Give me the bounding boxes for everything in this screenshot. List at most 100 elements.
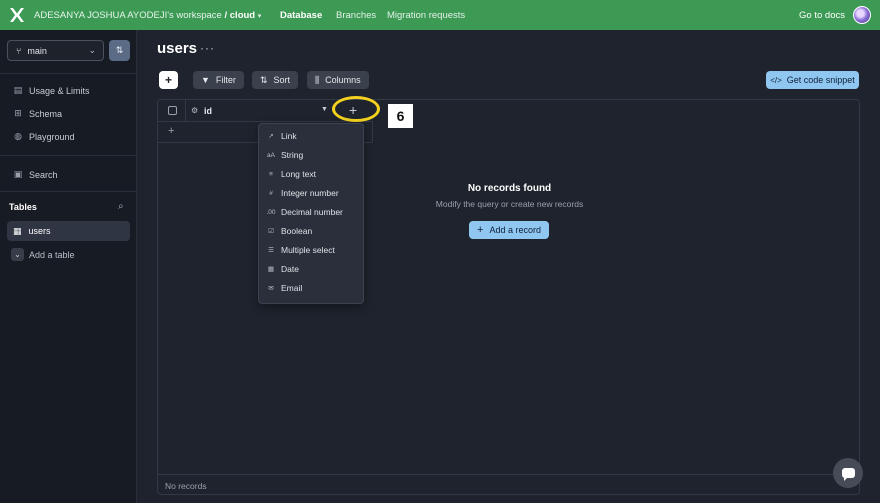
- menu-item-label: Email: [281, 283, 303, 293]
- nav-branches[interactable]: Branches: [336, 10, 376, 21]
- top-bar: ADESANYA JOSHUA AYODEJI's workspace / cl…: [0, 0, 880, 30]
- sidebar-item-label: Search: [29, 169, 58, 180]
- sidebar-divider: [0, 73, 137, 74]
- column-type-menu: ↗ Link aA String ≡ Long text # Integer n…: [258, 123, 364, 304]
- sidebar-item-label: Playground: [29, 131, 75, 142]
- menu-item-label: Link: [281, 131, 297, 141]
- menu-item-integer-number[interactable]: # Integer number: [259, 184, 363, 202]
- chevron-down-icon: ▾: [257, 13, 262, 20]
- sidebar-item-schema[interactable]: ⊞ Schema: [13, 108, 62, 119]
- database-name: cloud: [229, 10, 256, 21]
- nav-database[interactable]: Database: [280, 10, 322, 21]
- string-icon: aA: [267, 151, 275, 159]
- filter-icon: ▼: [201, 75, 210, 85]
- menu-item-label: Multiple select: [281, 245, 335, 255]
- tables-heading: Tables: [9, 202, 37, 212]
- long-text-icon: ≡: [269, 170, 273, 178]
- menu-item-email[interactable]: ✉ Email: [259, 279, 363, 297]
- filter-label: Filter: [215, 75, 236, 85]
- caret-down-icon[interactable]: ▼: [321, 106, 328, 113]
- sidebar-divider: [0, 155, 137, 156]
- branch-select[interactable]: ⑂ main ⌄: [7, 40, 104, 61]
- branch-compare-icon: ⇅: [115, 45, 124, 55]
- menu-item-long-text[interactable]: ≡ Long text: [259, 165, 363, 183]
- sidebar-table-users[interactable]: ▦ users: [7, 221, 130, 241]
- list-icon: ☰: [268, 247, 274, 254]
- table-label: users: [28, 226, 51, 236]
- menu-item-link[interactable]: ↗ Link: [259, 127, 363, 145]
- menu-item-decimal-number[interactable]: .00 Decimal number: [259, 203, 363, 221]
- docs-link[interactable]: Go to docs: [799, 10, 845, 21]
- menu-item-label: String: [281, 150, 304, 160]
- more-options-icon[interactable]: ···: [200, 41, 215, 55]
- table-grid-icon: ▦: [13, 225, 22, 236]
- menu-item-multiple-select[interactable]: ☰ Multiple select: [259, 241, 363, 259]
- add-record-button[interactable]: + Add a record: [469, 221, 549, 239]
- filter-button[interactable]: ▼ Filter: [193, 71, 244, 89]
- sidebar-item-label: Usage & Limits: [29, 85, 90, 96]
- calendar-icon: ▦: [267, 266, 275, 273]
- select-all-checkbox[interactable]: [168, 106, 177, 115]
- page-title: users: [157, 40, 198, 57]
- menu-item-label: Boolean: [281, 226, 313, 236]
- avatar[interactable]: [853, 6, 871, 24]
- code-snippet-label: Get code snippet: [786, 75, 855, 85]
- hash-icon: #: [269, 189, 273, 197]
- playground-icon: ◍: [14, 131, 22, 141]
- menu-item-date[interactable]: ▦ Date: [259, 260, 363, 278]
- breadcrumb-separator: /: [224, 10, 228, 21]
- chat-bubble-icon: [841, 468, 855, 481]
- nav-migration-requests[interactable]: Migration requests: [387, 10, 465, 21]
- sidebar: ⑂ main ⌄ ⇅ ▤ Usage & Limits ⊞ Schema ◍ P…: [0, 30, 137, 503]
- chevron-down-icon: ⌄: [11, 248, 24, 261]
- highlight-ring: [332, 96, 380, 122]
- grid-footer: No records: [158, 474, 859, 495]
- get-code-snippet-button[interactable]: </> Get code snippet: [766, 71, 859, 89]
- chevron-down-icon: ⌄: [88, 45, 96, 55]
- link-icon: ↗: [268, 133, 274, 140]
- xata-logo-icon[interactable]: [8, 6, 26, 24]
- sidebar-item-search[interactable]: ▣ Search: [13, 169, 58, 180]
- schema-icon: ⊞: [14, 108, 22, 118]
- columns-label: Columns: [325, 75, 361, 85]
- menu-item-label: Decimal number: [281, 207, 343, 217]
- record-count: No records: [165, 481, 207, 491]
- column-header-id[interactable]: id: [204, 106, 212, 116]
- branch-compare-button[interactable]: ⇅: [109, 40, 130, 61]
- branch-name: main: [27, 45, 47, 56]
- search-doc-icon: ▣: [13, 169, 23, 179]
- columns-button[interactable]: ⫼ Columns: [307, 71, 369, 89]
- menu-item-label: Integer number: [281, 188, 339, 198]
- chart-icon: ▤: [13, 85, 23, 95]
- add-table-button[interactable]: ⌄ Add a table: [11, 248, 75, 261]
- checkbox-icon: ☑: [268, 228, 274, 235]
- id-key-icon: ⚙: [191, 106, 199, 115]
- sidebar-item-usage[interactable]: ▤ Usage & Limits: [13, 85, 90, 96]
- branch-icon: ⑂: [16, 45, 22, 56]
- chat-button[interactable]: [833, 458, 863, 488]
- column-divider: [372, 122, 373, 143]
- plus-icon: +: [477, 224, 484, 236]
- sort-label: Sort: [273, 75, 291, 85]
- decimal-icon: .00: [266, 208, 276, 216]
- email-icon: ✉: [268, 285, 274, 292]
- sidebar-item-playground[interactable]: ◍ Playground: [13, 131, 75, 142]
- add-table-label: Add a table: [29, 249, 75, 260]
- sidebar-item-label: Schema: [29, 108, 63, 119]
- workspace-breadcrumb[interactable]: ADESANYA JOSHUA AYODEJI's workspace / cl…: [34, 10, 261, 21]
- menu-item-boolean[interactable]: ☑ Boolean: [259, 222, 363, 240]
- add-button[interactable]: +: [159, 71, 178, 89]
- workspace-name: ADESANYA JOSHUA AYODEJI's workspace: [34, 10, 222, 21]
- menu-item-label: Long text: [281, 169, 316, 179]
- sort-button[interactable]: ⇅ Sort: [252, 71, 299, 89]
- code-icon: </>: [770, 75, 782, 85]
- plus-icon: +: [168, 125, 175, 137]
- step-badge: 6: [388, 104, 413, 128]
- add-record-label: Add a record: [489, 225, 541, 235]
- search-icon[interactable]: ⌕: [118, 201, 124, 212]
- menu-item-label: Date: [281, 264, 299, 274]
- columns-icon: ⫼: [315, 74, 320, 85]
- menu-item-string[interactable]: aA String: [259, 146, 363, 164]
- sort-icon: ⇅: [260, 74, 268, 85]
- column-divider: [185, 100, 186, 122]
